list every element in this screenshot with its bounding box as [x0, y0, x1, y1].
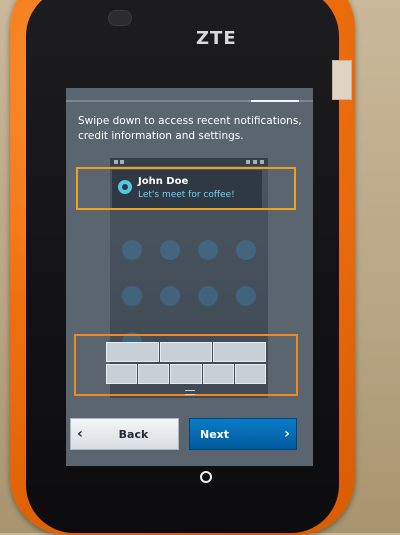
tray-highlight	[74, 334, 298, 396]
chevron-left-icon: ‹	[77, 426, 83, 442]
app-icon	[160, 286, 180, 306]
onboarding-progress	[66, 100, 313, 102]
chevron-right-icon: ›	[284, 426, 290, 442]
notification-highlight	[76, 167, 296, 210]
onboarding-progress-fill	[251, 100, 299, 102]
instruction-line-1: Swipe down to access recent notification…	[78, 115, 302, 127]
app-icon	[236, 286, 256, 306]
app-icon	[122, 286, 142, 306]
next-button-label: Next	[200, 427, 230, 441]
app-icon	[198, 240, 218, 260]
app-icon	[236, 240, 256, 260]
instruction-line-2: credit information and settings.	[78, 130, 244, 142]
home-button[interactable]	[200, 471, 212, 483]
app-icon	[198, 286, 218, 306]
app-icon	[160, 240, 180, 260]
preview-status-bar	[110, 158, 268, 166]
next-button[interactable]: Next ›	[189, 418, 297, 450]
tray-handle-icon	[185, 390, 195, 395]
earpiece-speaker	[108, 10, 132, 26]
back-button-label: Back	[118, 427, 149, 441]
instruction-text: Swipe down to access recent notification…	[78, 114, 308, 144]
app-icon	[122, 240, 142, 260]
screen: Swipe down to access recent notification…	[66, 88, 313, 466]
case-edge	[332, 60, 352, 100]
brand-logo: ZTE	[196, 28, 237, 49]
back-button[interactable]: ‹ Back	[70, 418, 179, 450]
